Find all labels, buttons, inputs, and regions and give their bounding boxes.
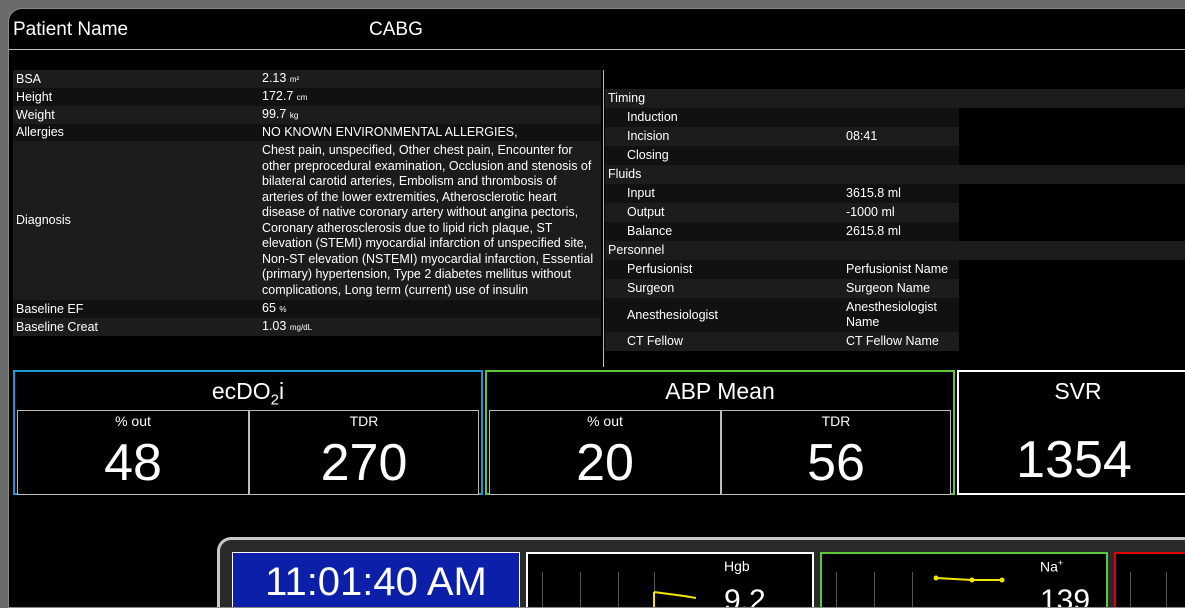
timing-header: Timing bbox=[605, 89, 1185, 108]
row-input: Input 3615.8 ml bbox=[605, 184, 1185, 203]
ecdo2i-out-value: 48 bbox=[104, 434, 162, 492]
ecdo2i-title: ecDO2i bbox=[211, 378, 285, 409]
patient-name: Patient Name bbox=[13, 19, 129, 40]
ecdo2i-tdr-value: 270 bbox=[320, 434, 408, 492]
row-induction: Induction bbox=[605, 108, 1185, 127]
hgb-trend-line bbox=[653, 591, 697, 607]
row-height: Height 172.7 cm bbox=[13, 88, 601, 106]
na-label: Na+ bbox=[1040, 558, 1064, 575]
row-diagnosis: Diagnosis Chest pain, unspecified, Other… bbox=[13, 141, 601, 300]
personnel-header: Personnel bbox=[605, 241, 1185, 260]
row-incision: Incision 08:41 bbox=[605, 127, 1185, 146]
hgb-trend: Hgb 9.2 bbox=[526, 552, 814, 608]
patient-info-table: BSA 2.13 m² Height 172.7 cm Weight 99.7 … bbox=[13, 70, 601, 336]
ecdo2i-tdr-cell: TDR 270 bbox=[249, 410, 479, 495]
svr-panel: SVR 1354 bbox=[957, 370, 1185, 495]
row-balance: Balance 2615.8 ml bbox=[605, 222, 1185, 241]
ecdo2i-panel: ecDO2i % out 48 TDR 270 bbox=[13, 370, 483, 495]
hgb-value: 9.2 bbox=[724, 584, 766, 608]
na-trend-line bbox=[933, 575, 1005, 583]
row-ct-fellow: CT Fellow CT Fellow Name bbox=[605, 332, 1185, 351]
monitor-screen: Patient Name CABG BSA 2.13 m² Height 172… bbox=[8, 8, 1185, 608]
row-baseline-creat: Baseline Creat 1.03 mg/dL bbox=[13, 318, 601, 336]
row-anesthesiologist: Anesthesiologist Anesthesiologist Name bbox=[605, 298, 1185, 332]
procedure-name: CABG bbox=[369, 19, 423, 40]
abp-out-value: 20 bbox=[576, 434, 634, 492]
abp-tdr-value: 56 bbox=[807, 434, 865, 492]
column-divider bbox=[603, 70, 604, 367]
procedure-info-table: Timing Induction Incision 08:41 Closing F… bbox=[605, 89, 1185, 351]
row-output: Output -1000 ml bbox=[605, 203, 1185, 222]
na-value: 139 bbox=[1040, 584, 1091, 608]
hgb-label: Hgb bbox=[724, 558, 750, 574]
row-weight: Weight 99.7 kg bbox=[13, 106, 601, 124]
abp-mean-panel: ABP Mean % out 20 TDR 56 bbox=[485, 370, 955, 495]
row-baseline-ef: Baseline EF 65 % bbox=[13, 300, 601, 318]
fluids-header: Fluids bbox=[605, 165, 1185, 184]
svr-title: SVR bbox=[1054, 378, 1102, 404]
trend-panel: 11:01:40 AM Hgb 9.2 Na+ 139 bbox=[217, 537, 1185, 608]
row-closing: Closing bbox=[605, 146, 1185, 165]
na-trend: Na+ 139 bbox=[820, 552, 1108, 608]
row-perfusionist: Perfusionist Perfusionist Name bbox=[605, 260, 1185, 279]
header-bar: Patient Name CABG bbox=[9, 9, 1185, 50]
ecdo2i-out-cell: % out 48 bbox=[17, 410, 249, 495]
row-surgeon: Surgeon Surgeon Name bbox=[605, 279, 1185, 298]
row-bsa: BSA 2.13 m² bbox=[13, 70, 601, 88]
row-allergies: Allergies NO KNOWN ENVIRONMENTAL ALLERGI… bbox=[13, 124, 601, 141]
next-trend bbox=[1114, 552, 1185, 607]
abp-mean-title: ABP Mean bbox=[665, 378, 775, 404]
clock: 11:01:40 AM bbox=[232, 552, 520, 607]
abp-tdr-cell: TDR 56 bbox=[721, 410, 951, 495]
abp-out-cell: % out 20 bbox=[489, 410, 721, 495]
svr-value: 1354 bbox=[1016, 431, 1132, 489]
